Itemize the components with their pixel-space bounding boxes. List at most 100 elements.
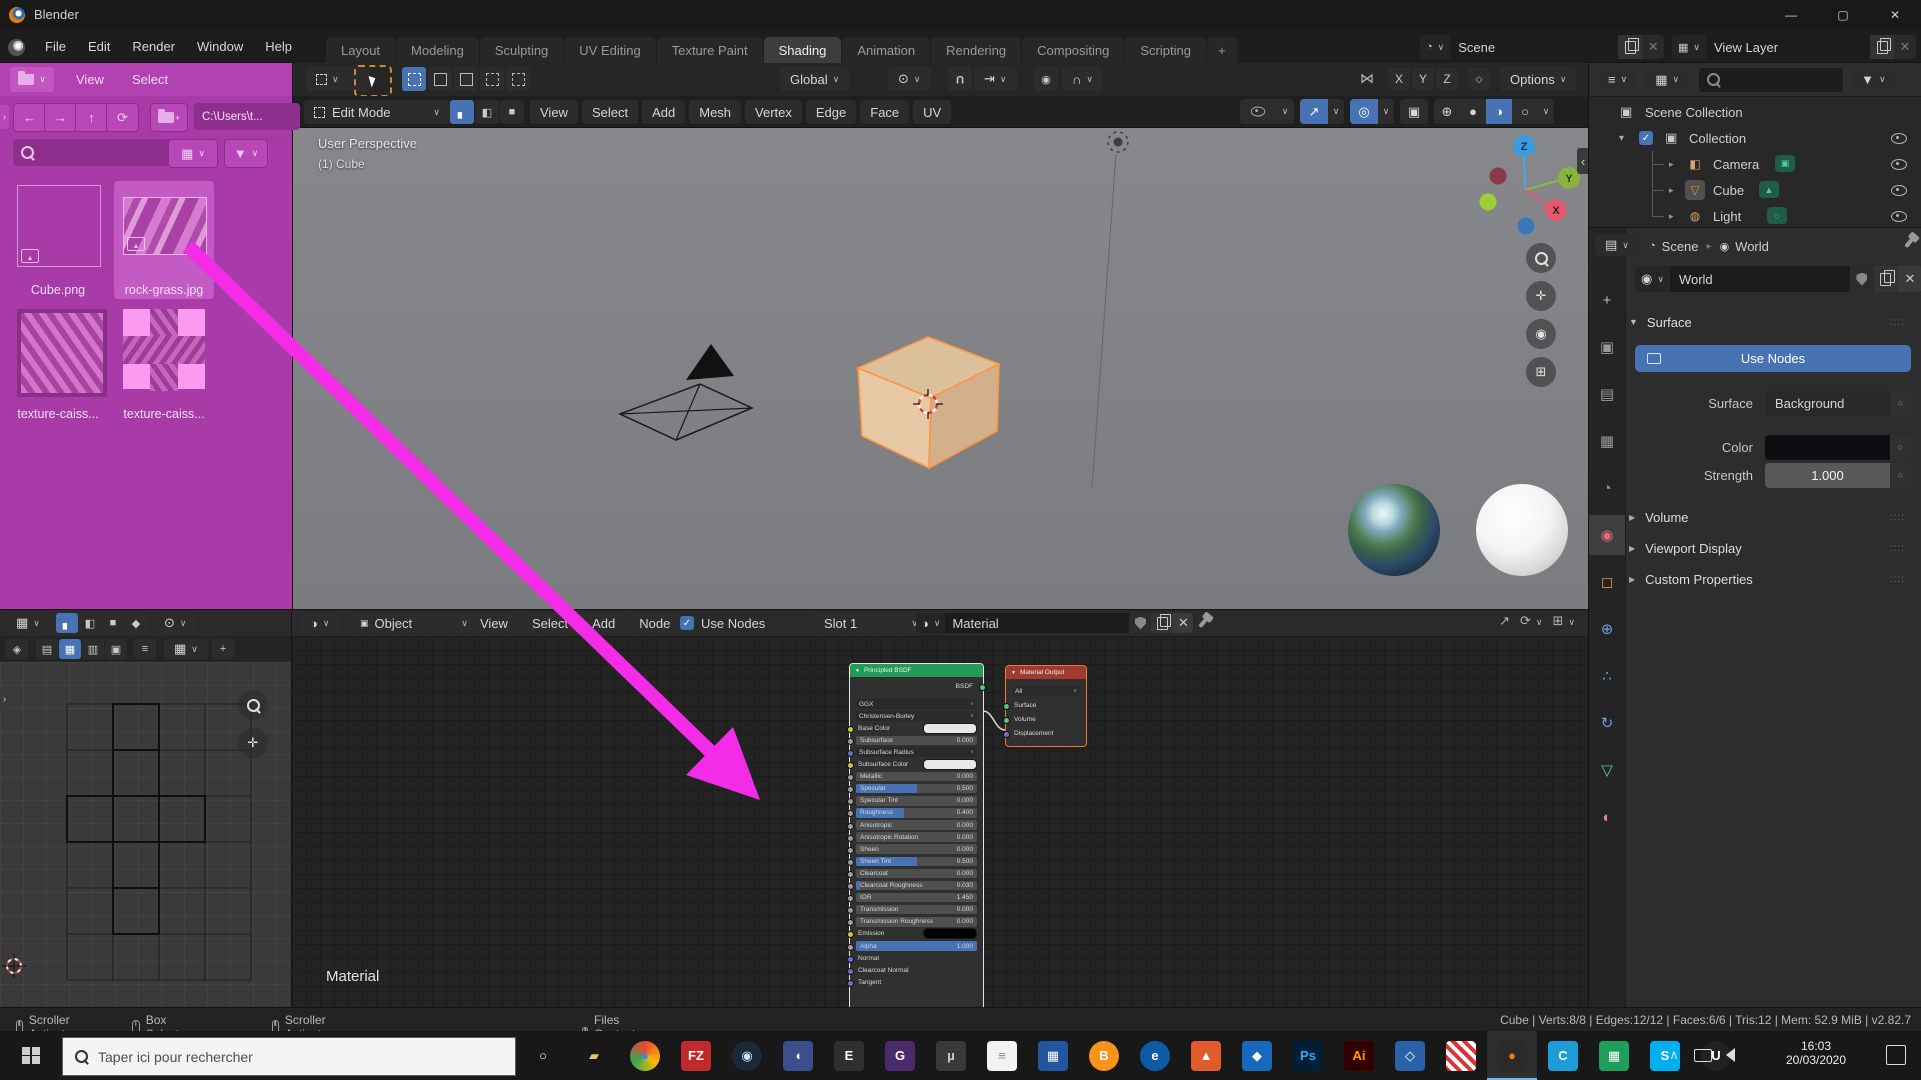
file-browser-type-dropdown[interactable]: ∨ <box>10 67 54 92</box>
input-socket[interactable] <box>1003 703 1010 710</box>
node-slider[interactable]: Sheen Tint0.500 <box>856 857 977 867</box>
tab-animation[interactable]: Animation <box>842 37 930 63</box>
snap-toggle[interactable]: U <box>948 67 972 91</box>
file-browser-menu-view[interactable]: View <box>66 72 114 87</box>
new-folder-button[interactable]: + <box>150 103 188 132</box>
viewport-menu-uv[interactable]: UV <box>913 100 951 124</box>
maximize-button[interactable]: ▢ <box>1817 0 1869 30</box>
input-socket[interactable] <box>847 847 854 854</box>
zoom-button[interactable] <box>1526 243 1556 273</box>
clock[interactable]: 16:03 20/03/2020 <box>1762 1035 1870 1076</box>
shader-type-dropdown[interactable]: ▣ Object ∨ <box>350 613 478 633</box>
taskbar-icon-filezilla[interactable]: FZ <box>671 1031 721 1080</box>
overlays-dropdown[interactable]: ∨ <box>1378 99 1394 124</box>
add-workspace-button[interactable]: + <box>1207 37 1237 63</box>
input-socket[interactable] <box>847 895 854 902</box>
tab-scripting[interactable]: Scripting <box>1125 37 1206 63</box>
input-socket[interactable] <box>847 738 854 745</box>
viewport-menu-view[interactable]: View <box>530 100 578 124</box>
node-slider[interactable]: Subsurface0.000 <box>856 736 977 746</box>
tab-uv-editing[interactable]: UV Editing <box>564 37 655 63</box>
uv-pivot-dropdown[interactable]: ⊙∨ <box>154 613 197 633</box>
input-socket[interactable] <box>847 919 854 926</box>
taskbar-icon-app-green[interactable]: ▦ <box>1589 1031 1639 1080</box>
node-row-transmission[interactable]: Transmission0.000 <box>856 905 977 915</box>
surface-panel-header[interactable]: ▼ Surface :::: <box>1629 310 1915 334</box>
unlink-material-button[interactable]: ✕ <box>1173 613 1193 633</box>
node-header[interactable]: ▼Material Output <box>1006 666 1086 679</box>
menu-render[interactable]: Render <box>121 39 186 54</box>
forward-button[interactable]: → <box>44 103 77 132</box>
input-socket[interactable] <box>847 750 854 757</box>
tab-texture-paint[interactable]: Texture Paint <box>657 37 763 63</box>
input-socket[interactable] <box>847 762 854 769</box>
taskbar-icon-cortana[interactable]: ○ <box>518 1031 568 1080</box>
node-row-clearcoat-roughness[interactable]: Clearcoat Roughness0.030 <box>856 881 977 891</box>
viewport-menu-select[interactable]: Select <box>582 100 638 124</box>
snap-grid-icon[interactable]: ⊞∨ <box>1553 613 1576 629</box>
taskbar-icon-notepad[interactable]: ≡ <box>977 1031 1027 1080</box>
taskbar-icon-edge[interactable]: e <box>1130 1031 1180 1080</box>
snap-with-dropdown[interactable]: ⇥∨ <box>974 67 1017 91</box>
tray-volume-icon[interactable] <box>1726 1048 1735 1062</box>
tray-display-icon[interactable] <box>1694 1049 1712 1062</box>
menu-help[interactable]: Help <box>254 39 303 54</box>
uv-canvas[interactable]: ✛ › <box>0 662 292 1007</box>
uv-island-select-button[interactable]: ◆ <box>125 613 147 633</box>
disclosure-triangle[interactable]: ▾ <box>1619 133 1624 144</box>
eye-icon[interactable] <box>1891 185 1907 196</box>
slot-dropdown[interactable]: Slot 1∨ <box>814 613 928 633</box>
view-layer-copy-button[interactable] <box>1870 35 1894 59</box>
properties-tab-physics[interactable]: ↻ <box>1589 703 1625 743</box>
uv-mode-button-3[interactable]: ▥ <box>82 639 104 659</box>
node-dropdown[interactable]: Christensen-Burley∨ <box>856 711 977 721</box>
perspective-toggle-button[interactable]: ⊞ <box>1526 357 1556 387</box>
disclosure-triangle[interactable]: ▸ <box>1669 211 1674 222</box>
tool-preset-4[interactable] <box>480 67 504 91</box>
input-socket[interactable] <box>847 859 854 866</box>
shading-dropdown[interactable]: ∨ <box>1538 99 1554 124</box>
color-animate-dot[interactable]: ○ <box>1890 435 1911 460</box>
node-row-transmission-roughness[interactable]: Transmission Roughness0.000 <box>856 917 977 927</box>
breadcrumb-scene[interactable]: Scene <box>1662 239 1699 254</box>
taskbar-icon-discord[interactable]: ◖ <box>773 1031 823 1080</box>
shader-menu-view[interactable]: View <box>470 613 518 633</box>
minimize-button[interactable]: — <box>1765 0 1817 30</box>
node-slider[interactable]: Transmission0.000 <box>856 905 977 915</box>
input-socket[interactable] <box>847 944 854 951</box>
menu-window[interactable]: Window <box>186 39 254 54</box>
node-row-anisotropic[interactable]: Anisotropic0.000 <box>856 820 977 830</box>
node-row-ggx[interactable]: GGX∨ <box>856 699 977 709</box>
node-row-roughness[interactable]: Roughness0.400 <box>856 808 977 818</box>
input-socket[interactable] <box>847 835 854 842</box>
node-row-subsurface[interactable]: Subsurface0.000 <box>856 735 977 745</box>
uv-face-select-button[interactable]: ■ <box>102 613 124 633</box>
file-item[interactable]: texture-caiss... <box>114 305 214 423</box>
taskbar-icon-app-red-grid[interactable] <box>1436 1031 1486 1080</box>
outliner-display-mode-dropdown[interactable]: ≡∨ <box>1598 68 1637 92</box>
unlink-world-button[interactable]: ✕ <box>1898 266 1921 292</box>
principled-bsdf-node[interactable]: ▼Principled BSDF BSDF GGX∨Christensen-Bu… <box>849 663 984 1020</box>
properties-tab-object[interactable]: ◻ <box>1589 562 1625 602</box>
properties-tab-output[interactable]: ▤ <box>1589 374 1625 414</box>
taskbar-icon-file-explorer[interactable]: ▰ <box>569 1031 619 1080</box>
copy-world-button[interactable] <box>1874 266 1898 292</box>
uv-edge-select-button[interactable]: ◧ <box>79 613 101 633</box>
node-row-volume[interactable]: Volume <box>1012 714 1080 724</box>
shader-editor-type-dropdown[interactable]: ◑∨ <box>300 613 339 633</box>
outliner-filter-type-dropdown[interactable]: ▦∨ <box>1645 68 1689 92</box>
uv-new-image-button[interactable]: + <box>212 639 234 659</box>
notification-center-icon[interactable] <box>1886 1045 1906 1065</box>
visibility-dropdown[interactable]: ∨ <box>1276 99 1294 124</box>
pin-id-button[interactable] <box>1907 238 1911 248</box>
view-layer-remove-button[interactable]: ✕ <box>1894 35 1916 59</box>
properties-tab-world[interactable]: ◉ <box>1589 515 1625 555</box>
mirror-z-toggle[interactable]: Z <box>1436 68 1458 90</box>
node-row-subsurface-color[interactable]: Subsurface Color <box>856 760 977 770</box>
node-slider[interactable]: Metallic0.000 <box>856 772 977 782</box>
mirror-x-toggle[interactable]: X <box>1388 68 1410 90</box>
app-menu-button[interactable] <box>8 36 34 58</box>
node-row-subsurface-radius[interactable]: Subsurface Radius∨ <box>856 747 977 757</box>
outliner-filter-dropdown[interactable]: ▼∨ <box>1851 68 1895 92</box>
shading-rendered-button[interactable]: ○ <box>1512 99 1538 124</box>
